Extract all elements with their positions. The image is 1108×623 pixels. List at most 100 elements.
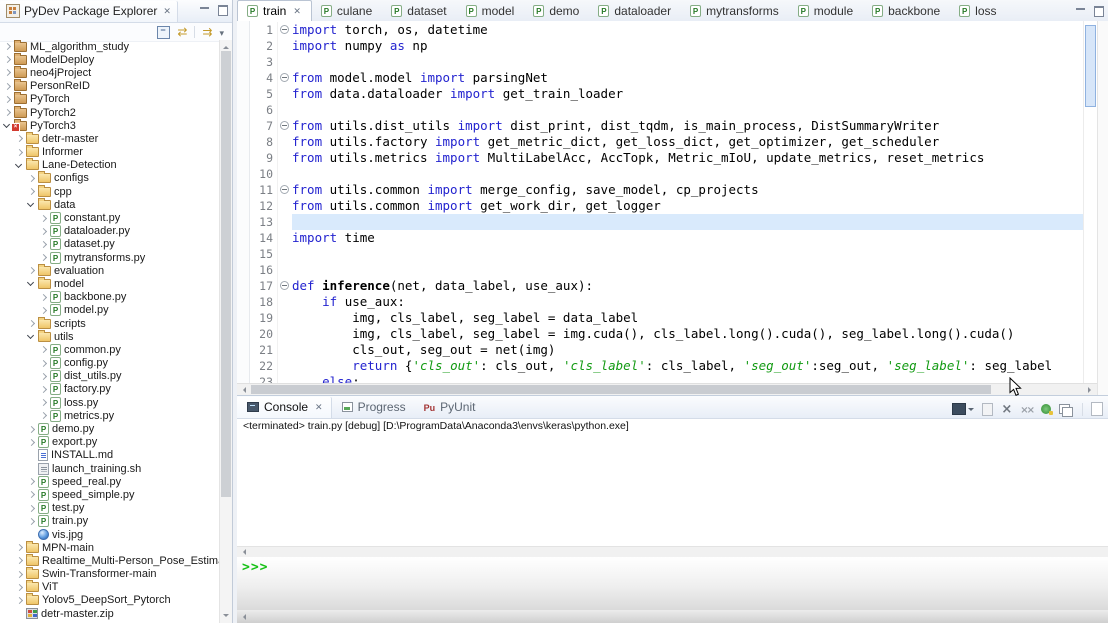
tree-item-vit[interactable]: ViT: [0, 581, 220, 594]
tree-item-swin-transformer-main[interactable]: Swin-Transformer-main: [0, 568, 220, 581]
editor-tab-module[interactable]: module: [789, 0, 863, 21]
tree-item-detr-master-zip[interactable]: detr-master.zip: [0, 607, 220, 620]
collapse-all-icon[interactable]: [157, 26, 170, 39]
editor-horizontal-scrollbar[interactable]: [237, 383, 1097, 395]
tree-item-detr-master[interactable]: detr-master: [0, 132, 220, 145]
console-prompt[interactable]: >>>: [237, 557, 1108, 610]
editor-tab-model[interactable]: model: [457, 0, 525, 21]
scroll-right-icon[interactable]: [1088, 387, 1094, 393]
close-tab-icon[interactable]: ✕: [315, 402, 323, 413]
chevron-collapsed-icon[interactable]: [27, 504, 36, 513]
tree-item-demo-py[interactable]: demo.py: [0, 422, 220, 435]
tree-item-constant-py[interactable]: constant.py: [0, 211, 220, 224]
tree-item-vis-jpg[interactable]: vis.jpg: [0, 528, 220, 541]
chevron-collapsed-icon[interactable]: [3, 55, 12, 64]
chevron-collapsed-icon[interactable]: [39, 359, 48, 368]
tree-item-dataloader-py[interactable]: dataloader.py: [0, 225, 220, 238]
fold-collapse-icon[interactable]: [280, 281, 289, 290]
tree-item-launch-training-sh[interactable]: launch_training.sh: [0, 462, 220, 475]
tree-item-metrics-py[interactable]: metrics.py: [0, 409, 220, 422]
console-tab-console[interactable]: Console✕: [237, 397, 332, 418]
chevron-collapsed-icon[interactable]: [39, 385, 48, 394]
relaunch-icon[interactable]: [1041, 404, 1051, 414]
console-output[interactable]: [237, 435, 1108, 546]
chevron-collapsed-icon[interactable]: [39, 253, 48, 262]
horizontal-scrollbar-thumb[interactable]: [251, 385, 991, 394]
chevron-collapsed-icon[interactable]: [39, 306, 48, 315]
console-tab-pyunit[interactable]: PyUnit: [414, 397, 484, 418]
tree-item-cpp[interactable]: cpp: [0, 185, 220, 198]
tree-item-personreid[interactable]: PersonReID: [0, 80, 220, 93]
tree-item-yolov5-deepsort-pytorch[interactable]: Yolov5_DeepSort_Pytorch: [0, 594, 220, 607]
chevron-expanded-icon[interactable]: [15, 161, 24, 170]
editor-tab-dataset[interactable]: dataset: [382, 0, 456, 21]
chevron-collapsed-icon[interactable]: [39, 411, 48, 420]
console-prompt-scrollbar[interactable]: [237, 610, 1108, 623]
scroll-left-icon[interactable]: [240, 387, 246, 393]
scroll-up-icon[interactable]: [223, 43, 229, 49]
code-editor[interactable]: 1import torch, os, datetime2import numpy…: [237, 21, 1083, 383]
chevron-expanded-icon[interactable]: [27, 332, 36, 341]
maximize-icon[interactable]: [218, 5, 228, 16]
chevron-collapsed-icon[interactable]: [27, 517, 36, 526]
tree-item-realtime-multi-person-pose-estimation[interactable]: Realtime_Multi-Person_Pose_Estimation: [0, 554, 220, 567]
tree-item-lane-detection[interactable]: Lane-Detection: [0, 159, 220, 172]
tree-scrollbar-thumb[interactable]: [221, 51, 231, 497]
chevron-collapsed-icon[interactable]: [3, 68, 12, 77]
chevron-collapsed-icon[interactable]: [27, 490, 36, 499]
editor-vertical-scrollbar[interactable]: [1083, 21, 1097, 383]
close-view-icon[interactable]: ✕: [163, 6, 171, 17]
chevron-collapsed-icon[interactable]: [27, 187, 36, 196]
tree-item-factory-py[interactable]: factory.py: [0, 383, 220, 396]
minimize-icon[interactable]: [200, 6, 209, 15]
editor-tab-loss[interactable]: loss: [950, 0, 1006, 21]
chevron-collapsed-icon[interactable]: [3, 108, 12, 117]
view-menu-icon[interactable]: [219, 23, 224, 41]
fold-collapse-icon[interactable]: [280, 185, 289, 194]
tree-item-ml-algorithm-study[interactable]: ML_algorithm_study: [0, 40, 220, 53]
chevron-collapsed-icon[interactable]: [39, 214, 48, 223]
chevron-collapsed-icon[interactable]: [3, 95, 12, 104]
tree-item-pytorch[interactable]: PyTorch: [0, 93, 220, 106]
tree-item-loss-py[interactable]: loss.py: [0, 396, 220, 409]
tree-item-train-py[interactable]: train.py: [0, 515, 220, 528]
chevron-collapsed-icon[interactable]: [3, 42, 12, 51]
chevron-collapsed-icon[interactable]: [27, 438, 36, 447]
tree-item-backbone-py[interactable]: backbone.py: [0, 291, 220, 304]
tree-item-speed-simple-py[interactable]: speed_simple.py: [0, 488, 220, 501]
chevron-collapsed-icon[interactable]: [27, 174, 36, 183]
close-tab-icon[interactable]: ✕: [293, 6, 301, 17]
chevron-collapsed-icon[interactable]: [39, 227, 48, 236]
chevron-collapsed-icon[interactable]: [27, 266, 36, 275]
minimize-icon[interactable]: [1076, 7, 1085, 16]
tree-item-model-py[interactable]: model.py: [0, 304, 220, 317]
tree-item-modeldeploy[interactable]: ModelDeploy: [0, 53, 220, 66]
chevron-collapsed-icon[interactable]: [15, 134, 24, 143]
fold-collapse-icon[interactable]: [280, 73, 289, 82]
open-console-icon[interactable]: [1091, 402, 1103, 416]
tree-item-utils[interactable]: utils: [0, 330, 220, 343]
console-output-scrollbar[interactable]: [237, 546, 1108, 557]
scroll-left-icon[interactable]: [240, 549, 246, 555]
scroll-down-icon[interactable]: [223, 614, 229, 620]
focus-on-active-task-icon[interactable]: [202, 23, 212, 41]
fold-collapse-icon[interactable]: [280, 121, 289, 130]
tree-item-test-py[interactable]: test.py: [0, 502, 220, 515]
chevron-collapsed-icon[interactable]: [15, 583, 24, 592]
chevron-collapsed-icon[interactable]: [39, 240, 48, 249]
tree-item-speed-real-py[interactable]: speed_real.py: [0, 475, 220, 488]
editor-tab-dataloader[interactable]: dataloader: [589, 0, 681, 21]
maximize-icon[interactable]: [1094, 6, 1104, 17]
tree-item-informer[interactable]: Informer: [0, 146, 220, 159]
chevron-collapsed-icon[interactable]: [15, 543, 24, 552]
tree-item-data[interactable]: data: [0, 198, 220, 211]
tree-item-scripts[interactable]: scripts: [0, 317, 220, 330]
tree-item-dataset-py[interactable]: dataset.py: [0, 238, 220, 251]
chevron-collapsed-icon[interactable]: [15, 148, 24, 157]
remove-all-terminated-icon[interactable]: [1020, 400, 1033, 418]
chevron-collapsed-icon[interactable]: [15, 596, 24, 605]
chevron-collapsed-icon[interactable]: [39, 293, 48, 302]
console-tab-progress[interactable]: Progress: [332, 397, 414, 418]
editor-tab-train[interactable]: train✕: [237, 0, 312, 21]
tree-item-evaluation[interactable]: evaluation: [0, 264, 220, 277]
